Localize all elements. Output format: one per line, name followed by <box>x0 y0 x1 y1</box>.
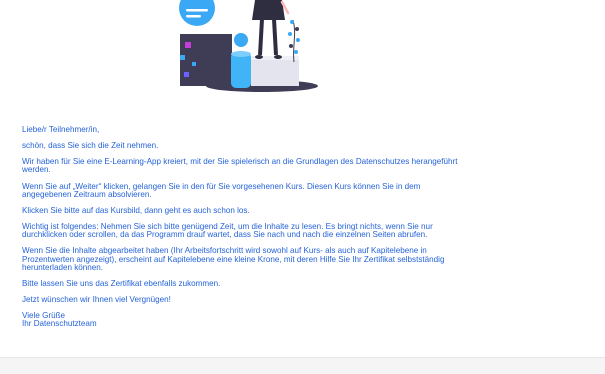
text-line: werden. <box>22 165 51 175</box>
greeting: Liebe/r Teilnehmer/in, <box>22 125 582 134</box>
paragraph-kursbild: Klicken Sie bitte auf das Kursbild, dann… <box>22 205 582 215</box>
paragraph-app: Wir haben für Sie eine E-Learning-App kr… <box>22 158 582 174</box>
plant <box>288 19 300 63</box>
greeting-line: Liebe/r Teilnehmer/in, <box>22 125 100 134</box>
text-line: Bitte lassen Sie uns das Zertifikat eben… <box>22 278 221 288</box>
dark-block <box>180 34 232 86</box>
text-line: herunterladen können. <box>22 262 104 272</box>
speech-bubble-icon <box>179 0 215 26</box>
pedestal <box>251 56 299 86</box>
blue-ball <box>234 33 248 47</box>
text-line: Wir haben für Sie eine E-Learning-App kr… <box>22 157 458 167</box>
text-line: schön, dass Sie sich die Zeit nehmen. <box>22 141 159 151</box>
paragraph-zertifikat-senden: Bitte lassen Sie uns das Zertifikat eben… <box>22 278 582 288</box>
paragraph-zertifikat-download: Wenn Sie die Inhalte abgearbeitet haben … <box>22 247 582 271</box>
text-line: Jetzt wünschen wir Ihnen viel Vergnügen! <box>22 294 171 304</box>
paragraph-intro: schön, dass Sie sich die Zeit nehmen. <box>22 142 582 150</box>
paragraph-vergnuegen: Jetzt wünschen wir Ihnen viel Vergnügen! <box>22 294 582 304</box>
paragraph-wichtig: Wichtig ist folgendes: Nehmen Sie sich b… <box>22 223 582 239</box>
course-image[interactable] <box>170 0 330 96</box>
text-line: Klicken Sie bitte auf das Kursbild, dann… <box>22 205 250 215</box>
person-figure <box>252 0 290 59</box>
page: Liebe/r Teilnehmer/in, schön, dass Sie s… <box>0 0 605 374</box>
text-line: Prozentwerten angezeigt), erscheint auf … <box>22 254 445 264</box>
e-learning-illustration-icon[interactable] <box>170 0 330 96</box>
blue-cylinder <box>231 51 251 88</box>
paragraph-weiter: Wenn Sie auf „Weiter“ klicken, gelangen … <box>22 182 582 199</box>
welcome-message: Liebe/r Teilnehmer/in, schön, dass Sie s… <box>22 125 582 336</box>
text-line: angegebenen Zeitraum absolvieren. <box>22 189 152 199</box>
sign-off: Viele Grüße Ihr Datenschutzteam <box>22 312 582 328</box>
page-footer <box>0 357 605 374</box>
sign-off-greeting: Viele Grüße <box>22 311 66 321</box>
sign-off-sender: Ihr Datenschutzteam <box>22 319 97 329</box>
text-line: durchklicken oder scrollen, da das Progr… <box>22 230 428 240</box>
